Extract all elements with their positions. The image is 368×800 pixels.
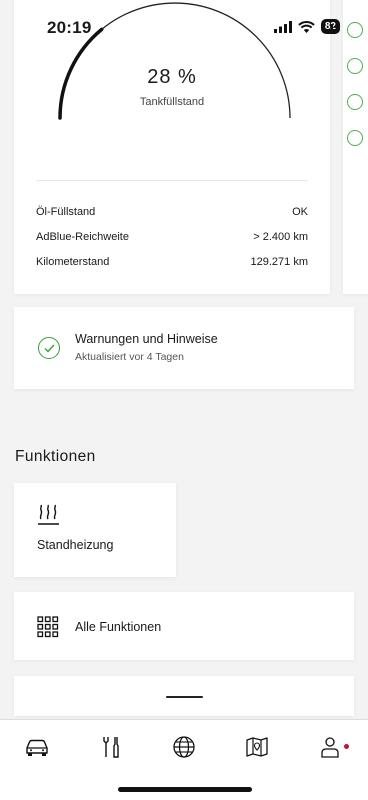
tab-service[interactable] <box>97 734 125 760</box>
globe-icon <box>173 736 195 758</box>
battery-level: 82 <box>324 21 336 32</box>
profile-icon <box>321 737 339 758</box>
mileage-label: Kilometerstand <box>36 256 110 268</box>
drag-handle[interactable] <box>166 696 203 698</box>
check-icon <box>347 58 363 74</box>
tab-profile[interactable] <box>316 734 344 760</box>
all-functions-button[interactable]: Alle Funktionen <box>14 592 354 660</box>
adblue-range-label: AdBlue-Reichweite <box>36 231 129 243</box>
tab-bar <box>0 719 368 800</box>
heater-label: Standheizung <box>37 538 114 552</box>
fuel-status-card[interactable]: 28 % Tankfüllstand Öl-Füllstand OK AdBlu… <box>14 0 330 294</box>
battery-indicator: 82 <box>320 19 340 34</box>
fuel-label: Tankfüllstand <box>139 96 205 108</box>
oil-level-value: OK <box>292 206 308 218</box>
heater-icon <box>38 504 59 525</box>
cellular-signal-icon <box>273 20 292 33</box>
auxiliary-heater-button[interactable]: Standheizung <box>14 483 176 577</box>
car-icon <box>26 739 48 756</box>
tab-vehicle[interactable] <box>23 734 51 760</box>
status-time: 20:19 <box>47 18 92 37</box>
status-icons: 82 <box>273 19 340 34</box>
divider <box>36 180 308 181</box>
check-icon <box>347 94 363 110</box>
warnings-card[interactable]: Warnungen und Hinweise Aktualisiert vor … <box>14 307 354 389</box>
tab-map[interactable] <box>243 734 271 760</box>
status-bar: 20:19 82 <box>0 0 368 44</box>
section-title: Funktionen <box>15 448 96 465</box>
home-indicator <box>118 787 252 792</box>
warnings-title: Warnungen und Hinweise <box>75 332 218 346</box>
oil-level-label: Öl-Füllstand <box>36 206 96 218</box>
mileage-value: 129.271 km <box>250 256 308 268</box>
grid-icon <box>37 616 59 638</box>
notification-dot <box>344 744 349 749</box>
side-status-card[interactable] <box>343 0 368 294</box>
all-functions-label: Alle Funktionen <box>75 620 162 634</box>
adblue-range-value: > 2.400 km <box>253 231 308 243</box>
check-circle-icon <box>38 337 60 359</box>
tools-icon <box>103 737 119 758</box>
warnings-subtitle: Aktualisiert vor 4 Tagen <box>75 351 184 363</box>
wifi-icon <box>298 20 315 33</box>
check-icon <box>347 130 363 146</box>
map-icon <box>246 737 268 757</box>
fuel-percent: 28 % <box>147 66 197 88</box>
adblue-range-row: AdBlue-Reichweite > 2.400 km <box>36 231 308 243</box>
mileage-row: Kilometerstand 129.271 km <box>36 256 308 268</box>
oil-level-row: Öl-Füllstand OK <box>36 206 308 218</box>
tab-explore[interactable] <box>170 734 198 760</box>
